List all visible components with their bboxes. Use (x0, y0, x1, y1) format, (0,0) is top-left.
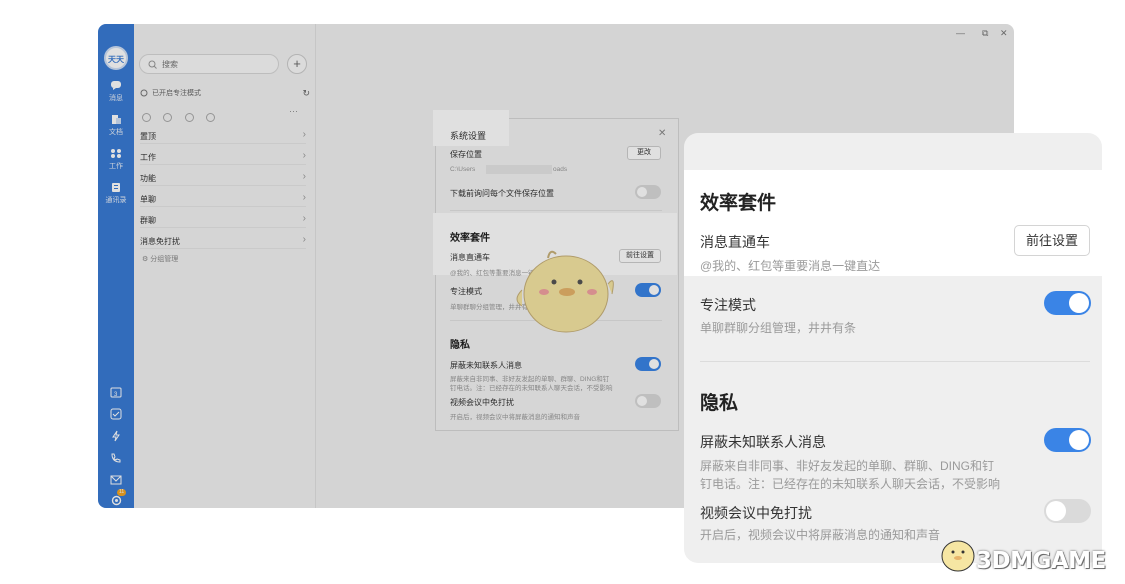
zoom-video-toggle[interactable] (1044, 499, 1091, 523)
zoom-block-desc-2: 钉电话。注：已经存在的未知联系人聊天会话，不受影响 (700, 477, 1001, 491)
toggle-knob (1046, 501, 1066, 521)
zoom-efficiency-heading: 效率套件 (700, 193, 777, 214)
zoom-block-desc-1: 屏蔽来自非同事、非好友发起的单聊、群聊、DING和钉 (700, 459, 995, 473)
zoom-video-label: 视频会议中免打扰 (700, 505, 812, 521)
goto-settings-button[interactable]: 前往设置 (1014, 225, 1090, 256)
zoom-express-desc: @我的、红包等重要消息一键直达 (700, 259, 881, 273)
zoom-video-desc: 开启后，视频会议中将屏蔽消息的通知和声音 (700, 528, 941, 542)
zoom-privacy-heading: 隐私 (700, 393, 739, 414)
toggle-knob (1069, 293, 1089, 313)
zoom-express-label: 消息直通车 (700, 234, 770, 250)
watermark-text: 3DMGAME (976, 548, 1106, 574)
zoom-block-toggle[interactable] (1044, 428, 1091, 452)
zoom-focus-desc: 单聊群聊分组管理，井井有条 (700, 321, 857, 335)
zoom-focus-toggle[interactable] (1044, 291, 1091, 315)
zoom-block-label: 屏蔽未知联系人消息 (700, 434, 826, 450)
zoom-focus-label: 专注模式 (700, 297, 756, 313)
toggle-knob (1069, 430, 1089, 450)
screenshot-stage: 天天 消息 文档 工作 通讯录 3 11 搜索 + 已开启专注模式 ↻ ··· … (0, 0, 1125, 584)
zoom-divider (700, 361, 1090, 362)
